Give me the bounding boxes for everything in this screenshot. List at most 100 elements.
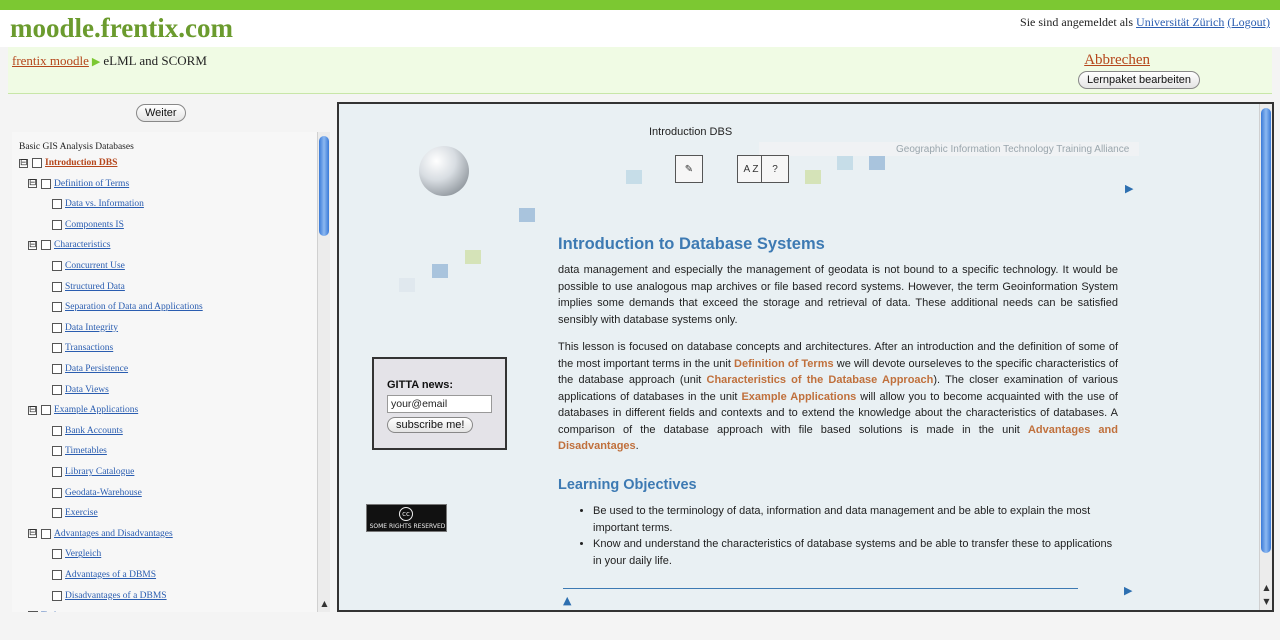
- checkbox-icon: [52, 219, 62, 230]
- toc-item[interactable]: Transactions: [52, 341, 113, 355]
- site-title[interactable]: moodle.frentix.com: [10, 13, 233, 44]
- toc-list: Basic GIS Analysis Databases ⊟ Introducti…: [12, 132, 317, 626]
- lesson-frame: Introduction DBS Geographic Information …: [337, 102, 1274, 612]
- toc-item[interactable]: Concurrent Use: [52, 259, 125, 273]
- checkbox-icon: [52, 549, 62, 560]
- toc-item-link[interactable]: Data Views: [65, 385, 109, 395]
- collapse-icon[interactable]: ⊟: [19, 158, 28, 168]
- toc-item-link[interactable]: Advantages of a DBMS: [65, 570, 156, 580]
- checkbox-icon: [52, 570, 62, 580]
- collapse-icon[interactable]: ⊟: [28, 529, 37, 539]
- toc-item-link[interactable]: Separation of Data and Applications: [65, 302, 203, 312]
- subscribe-button[interactable]: subscribe me!: [387, 417, 474, 433]
- link-characteristics[interactable]: Characteristics of the Database Approach: [707, 374, 934, 386]
- toc-item[interactable]: ⊟ Characteristics: [28, 238, 110, 252]
- lesson-overview: This lesson is focused on database conce…: [558, 341, 1119, 452]
- objectives-list: Be used to the terminology of data, info…: [579, 503, 1119, 569]
- content-scrollbar[interactable]: ▲ ▼: [1259, 104, 1272, 610]
- toc-item-link[interactable]: Structured Data: [65, 282, 125, 292]
- checkbox-icon: [41, 528, 51, 539]
- toc-item[interactable]: Exercise: [52, 506, 98, 520]
- list-item: Be used to the terminology of data, info…: [593, 503, 1119, 536]
- toc-item-link[interactable]: Library Catalogue: [65, 467, 134, 477]
- content-scroll-thumb[interactable]: [1261, 108, 1271, 553]
- toc-item[interactable]: Advantages of a DBMS: [52, 568, 156, 582]
- link-example-applications[interactable]: Example Applications: [741, 391, 856, 403]
- toc-item[interactable]: Data Views: [52, 383, 109, 397]
- toc-item-link[interactable]: Advantages and Disadvantages: [54, 529, 173, 539]
- navbar: frentix moodle ▶ eLML and SCORM Abbrechen …: [8, 47, 1272, 94]
- checkbox-icon: [52, 467, 62, 477]
- toc-item-link[interactable]: Introduction DBS: [45, 158, 117, 168]
- toc-item-link[interactable]: Vergleich: [65, 549, 101, 559]
- toc-item[interactable]: ⊟ Example Applications: [28, 403, 138, 417]
- collapse-icon[interactable]: ⊟: [28, 179, 37, 189]
- toc-item-link[interactable]: Definition of Terms: [54, 179, 129, 189]
- collapse-icon[interactable]: ⊟: [28, 405, 37, 415]
- toc-item-link[interactable]: Data Persistence: [65, 364, 128, 374]
- scroll-up-icon[interactable]: ▲: [1261, 582, 1272, 593]
- next-page-bottom-icon[interactable]: ▶: [1124, 584, 1132, 597]
- checkbox-icon: [52, 261, 62, 271]
- email-field[interactable]: [387, 395, 492, 413]
- toc-item-link[interactable]: Exercise: [65, 508, 98, 518]
- toc-item[interactable]: Data Persistence: [52, 362, 128, 376]
- scroll-up-icon[interactable]: ▲: [319, 598, 330, 609]
- checkbox-icon: [32, 158, 42, 168]
- checkbox-icon: [52, 590, 62, 601]
- toc-item[interactable]: ⊟ Introduction DBS: [19, 156, 117, 170]
- breadcrumb-home[interactable]: frentix moodle: [12, 53, 89, 68]
- toc-item-link[interactable]: Geodata-Warehouse: [65, 488, 142, 498]
- toc-item-link[interactable]: Concurrent Use: [65, 261, 125, 271]
- breadcrumb-separator-icon: ▶: [91, 56, 101, 68]
- collapse-icon[interactable]: ⊟: [28, 240, 37, 250]
- toc-item[interactable]: Disadvantages of a DBMS: [52, 589, 167, 603]
- toc-item-link[interactable]: Bank Accounts: [65, 426, 123, 436]
- toc-scroll-thumb[interactable]: [319, 136, 329, 236]
- puzzle-icon: ?: [761, 155, 789, 183]
- next-page-icon[interactable]: ▶: [1125, 182, 1133, 195]
- toc-item-link[interactable]: Data Integrity: [65, 323, 118, 333]
- toc-item[interactable]: Bank Accounts: [52, 424, 123, 438]
- checkbox-icon: [52, 364, 62, 374]
- link-definition-of-terms[interactable]: Definition of Terms: [734, 358, 834, 370]
- toc-item-link[interactable]: Disadvantages of a DBMS: [65, 591, 167, 601]
- toc-item-link[interactable]: Characteristics: [54, 240, 110, 250]
- news-title: GITTA news:: [387, 379, 453, 391]
- checkbox-icon: [52, 281, 62, 292]
- banner-org: Geographic Information Technology Traini…: [896, 144, 1130, 155]
- checkbox-icon: [41, 405, 51, 416]
- next-button[interactable]: Weiter: [136, 104, 186, 122]
- user-link[interactable]: Universität Zürich: [1136, 15, 1224, 29]
- toc-item[interactable]: Structured Data: [52, 280, 125, 294]
- scroll-top-icon[interactable]: ▲: [563, 594, 571, 607]
- license-text: SOME RIGHTS RESERVED: [369, 523, 446, 530]
- toc-scrollbar[interactable]: ▲ ▼: [317, 132, 330, 626]
- toc-item[interactable]: Components IS: [52, 218, 124, 232]
- toc-item[interactable]: Timetables: [52, 444, 107, 458]
- toc-item-link[interactable]: Transactions: [65, 343, 113, 353]
- toc-item-link[interactable]: Timetables: [65, 446, 107, 456]
- scroll-down-icon[interactable]: ▼: [1261, 596, 1272, 607]
- toc-item[interactable]: ⊟ Definition of Terms: [28, 177, 129, 191]
- cancel-link[interactable]: Abbrechen: [1084, 52, 1150, 69]
- toc-item[interactable]: ⊟ Advantages and Disadvantages: [28, 527, 173, 541]
- toc-item[interactable]: Separation of Data and Applications: [52, 300, 203, 314]
- toc-item-link[interactable]: Example Applications: [54, 405, 138, 415]
- toc-item[interactable]: Data Integrity: [52, 321, 118, 335]
- toc-item-link[interactable]: Data vs. Information: [65, 199, 144, 209]
- edit-package-button[interactable]: Lernpaket bearbeiten: [1078, 71, 1200, 89]
- page-bottom: [8, 612, 1272, 630]
- license-badge[interactable]: cc SOME RIGHTS RESERVED: [366, 504, 447, 532]
- logout-link[interactable]: (Logout): [1227, 15, 1270, 29]
- toc-item-link[interactable]: Components IS: [65, 220, 124, 230]
- toc-item[interactable]: Vergleich: [52, 547, 101, 561]
- toc-item[interactable]: Library Catalogue: [52, 465, 134, 479]
- toc-item[interactable]: Geodata-Warehouse: [52, 486, 142, 500]
- toc-title: Basic GIS Analysis Databases: [19, 142, 134, 152]
- checkbox-icon: [52, 508, 62, 519]
- checkbox-icon: [52, 199, 62, 210]
- checkbox-icon: [41, 240, 51, 251]
- toc-item[interactable]: Data vs. Information: [52, 197, 144, 211]
- checkbox-icon: [52, 487, 62, 498]
